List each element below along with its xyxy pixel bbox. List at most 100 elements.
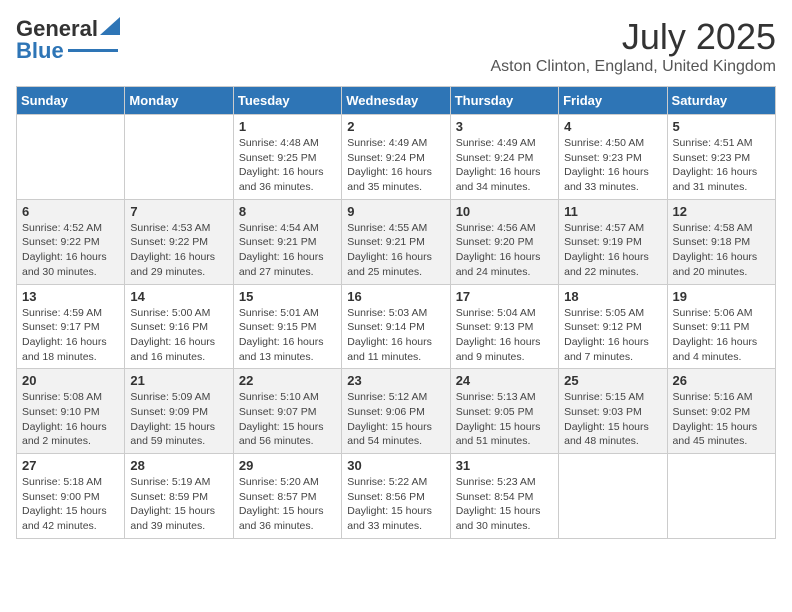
day-number: 23 <box>347 373 444 388</box>
calendar-cell: 7 Sunrise: 4:53 AMSunset: 9:22 PMDayligh… <box>125 199 233 284</box>
day-number: 15 <box>239 289 336 304</box>
calendar-cell: 29 Sunrise: 5:20 AMSunset: 8:57 PMDaylig… <box>233 454 341 539</box>
calendar-week-5: 27 Sunrise: 5:18 AMSunset: 9:00 PMDaylig… <box>17 454 776 539</box>
calendar-cell: 12 Sunrise: 4:58 AMSunset: 9:18 PMDaylig… <box>667 199 775 284</box>
day-info: Sunrise: 5:10 AMSunset: 9:07 PMDaylight:… <box>239 390 336 449</box>
day-number: 12 <box>673 204 770 219</box>
col-tuesday: Tuesday <box>233 87 341 115</box>
calendar-cell: 15 Sunrise: 5:01 AMSunset: 9:15 PMDaylig… <box>233 284 341 369</box>
logo: General Blue <box>16 16 120 64</box>
day-number: 8 <box>239 204 336 219</box>
calendar-cell <box>17 115 125 200</box>
logo-triangle-icon <box>100 17 120 35</box>
calendar-cell <box>125 115 233 200</box>
day-info: Sunrise: 5:01 AMSunset: 9:15 PMDaylight:… <box>239 306 336 365</box>
col-wednesday: Wednesday <box>342 87 450 115</box>
calendar-cell <box>667 454 775 539</box>
col-thursday: Thursday <box>450 87 558 115</box>
day-number: 10 <box>456 204 553 219</box>
day-info: Sunrise: 5:22 AMSunset: 8:56 PMDaylight:… <box>347 475 444 534</box>
day-info: Sunrise: 4:57 AMSunset: 9:19 PMDaylight:… <box>564 221 661 280</box>
day-info: Sunrise: 5:08 AMSunset: 9:10 PMDaylight:… <box>22 390 119 449</box>
calendar-header-row: Sunday Monday Tuesday Wednesday Thursday… <box>17 87 776 115</box>
page-subtitle: Aston Clinton, England, United Kingdom <box>490 58 776 76</box>
day-number: 16 <box>347 289 444 304</box>
day-info: Sunrise: 5:05 AMSunset: 9:12 PMDaylight:… <box>564 306 661 365</box>
calendar-cell: 18 Sunrise: 5:05 AMSunset: 9:12 PMDaylig… <box>559 284 667 369</box>
day-info: Sunrise: 5:09 AMSunset: 9:09 PMDaylight:… <box>130 390 227 449</box>
day-info: Sunrise: 4:49 AMSunset: 9:24 PMDaylight:… <box>456 136 553 195</box>
day-number: 6 <box>22 204 119 219</box>
calendar-cell: 26 Sunrise: 5:16 AMSunset: 9:02 PMDaylig… <box>667 369 775 454</box>
day-number: 3 <box>456 119 553 134</box>
calendar-cell: 20 Sunrise: 5:08 AMSunset: 9:10 PMDaylig… <box>17 369 125 454</box>
calendar-cell: 8 Sunrise: 4:54 AMSunset: 9:21 PMDayligh… <box>233 199 341 284</box>
col-saturday: Saturday <box>667 87 775 115</box>
day-info: Sunrise: 5:15 AMSunset: 9:03 PMDaylight:… <box>564 390 661 449</box>
calendar-cell: 30 Sunrise: 5:22 AMSunset: 8:56 PMDaylig… <box>342 454 450 539</box>
calendar-week-1: 1 Sunrise: 4:48 AMSunset: 9:25 PMDayligh… <box>17 115 776 200</box>
day-info: Sunrise: 5:23 AMSunset: 8:54 PMDaylight:… <box>456 475 553 534</box>
logo-blue: Blue <box>16 38 64 64</box>
calendar-cell: 10 Sunrise: 4:56 AMSunset: 9:20 PMDaylig… <box>450 199 558 284</box>
calendar-cell: 1 Sunrise: 4:48 AMSunset: 9:25 PMDayligh… <box>233 115 341 200</box>
calendar-cell: 11 Sunrise: 4:57 AMSunset: 9:19 PMDaylig… <box>559 199 667 284</box>
day-info: Sunrise: 4:59 AMSunset: 9:17 PMDaylight:… <box>22 306 119 365</box>
day-info: Sunrise: 4:48 AMSunset: 9:25 PMDaylight:… <box>239 136 336 195</box>
day-number: 2 <box>347 119 444 134</box>
day-number: 30 <box>347 458 444 473</box>
calendar-cell: 2 Sunrise: 4:49 AMSunset: 9:24 PMDayligh… <box>342 115 450 200</box>
calendar-cell: 25 Sunrise: 5:15 AMSunset: 9:03 PMDaylig… <box>559 369 667 454</box>
day-info: Sunrise: 5:03 AMSunset: 9:14 PMDaylight:… <box>347 306 444 365</box>
day-number: 17 <box>456 289 553 304</box>
col-monday: Monday <box>125 87 233 115</box>
calendar-week-4: 20 Sunrise: 5:08 AMSunset: 9:10 PMDaylig… <box>17 369 776 454</box>
day-number: 1 <box>239 119 336 134</box>
day-number: 21 <box>130 373 227 388</box>
day-info: Sunrise: 5:12 AMSunset: 9:06 PMDaylight:… <box>347 390 444 449</box>
day-info: Sunrise: 4:53 AMSunset: 9:22 PMDaylight:… <box>130 221 227 280</box>
calendar-cell: 4 Sunrise: 4:50 AMSunset: 9:23 PMDayligh… <box>559 115 667 200</box>
day-info: Sunrise: 4:50 AMSunset: 9:23 PMDaylight:… <box>564 136 661 195</box>
day-info: Sunrise: 5:06 AMSunset: 9:11 PMDaylight:… <box>673 306 770 365</box>
calendar-cell: 14 Sunrise: 5:00 AMSunset: 9:16 PMDaylig… <box>125 284 233 369</box>
day-number: 27 <box>22 458 119 473</box>
calendar-week-3: 13 Sunrise: 4:59 AMSunset: 9:17 PMDaylig… <box>17 284 776 369</box>
calendar-week-2: 6 Sunrise: 4:52 AMSunset: 9:22 PMDayligh… <box>17 199 776 284</box>
logo-underline <box>68 49 118 52</box>
calendar-table: Sunday Monday Tuesday Wednesday Thursday… <box>16 86 776 539</box>
day-number: 14 <box>130 289 227 304</box>
day-number: 7 <box>130 204 227 219</box>
day-number: 29 <box>239 458 336 473</box>
title-area: July 2025 Aston Clinton, England, United… <box>490 16 776 76</box>
calendar-cell: 21 Sunrise: 5:09 AMSunset: 9:09 PMDaylig… <box>125 369 233 454</box>
day-info: Sunrise: 4:51 AMSunset: 9:23 PMDaylight:… <box>673 136 770 195</box>
calendar-cell: 27 Sunrise: 5:18 AMSunset: 9:00 PMDaylig… <box>17 454 125 539</box>
calendar-cell: 13 Sunrise: 4:59 AMSunset: 9:17 PMDaylig… <box>17 284 125 369</box>
calendar-cell: 28 Sunrise: 5:19 AMSunset: 8:59 PMDaylig… <box>125 454 233 539</box>
col-sunday: Sunday <box>17 87 125 115</box>
calendar-cell: 5 Sunrise: 4:51 AMSunset: 9:23 PMDayligh… <box>667 115 775 200</box>
day-number: 5 <box>673 119 770 134</box>
day-number: 13 <box>22 289 119 304</box>
day-info: Sunrise: 4:58 AMSunset: 9:18 PMDaylight:… <box>673 221 770 280</box>
day-number: 20 <box>22 373 119 388</box>
day-number: 28 <box>130 458 227 473</box>
calendar-cell: 19 Sunrise: 5:06 AMSunset: 9:11 PMDaylig… <box>667 284 775 369</box>
day-info: Sunrise: 4:56 AMSunset: 9:20 PMDaylight:… <box>456 221 553 280</box>
day-info: Sunrise: 4:52 AMSunset: 9:22 PMDaylight:… <box>22 221 119 280</box>
day-info: Sunrise: 4:54 AMSunset: 9:21 PMDaylight:… <box>239 221 336 280</box>
calendar-cell: 24 Sunrise: 5:13 AMSunset: 9:05 PMDaylig… <box>450 369 558 454</box>
day-info: Sunrise: 5:18 AMSunset: 9:00 PMDaylight:… <box>22 475 119 534</box>
day-info: Sunrise: 5:00 AMSunset: 9:16 PMDaylight:… <box>130 306 227 365</box>
day-number: 11 <box>564 204 661 219</box>
day-info: Sunrise: 5:04 AMSunset: 9:13 PMDaylight:… <box>456 306 553 365</box>
day-number: 24 <box>456 373 553 388</box>
day-number: 31 <box>456 458 553 473</box>
day-info: Sunrise: 5:20 AMSunset: 8:57 PMDaylight:… <box>239 475 336 534</box>
day-info: Sunrise: 5:16 AMSunset: 9:02 PMDaylight:… <box>673 390 770 449</box>
calendar-cell: 9 Sunrise: 4:55 AMSunset: 9:21 PMDayligh… <box>342 199 450 284</box>
day-info: Sunrise: 4:49 AMSunset: 9:24 PMDaylight:… <box>347 136 444 195</box>
day-number: 22 <box>239 373 336 388</box>
day-info: Sunrise: 4:55 AMSunset: 9:21 PMDaylight:… <box>347 221 444 280</box>
